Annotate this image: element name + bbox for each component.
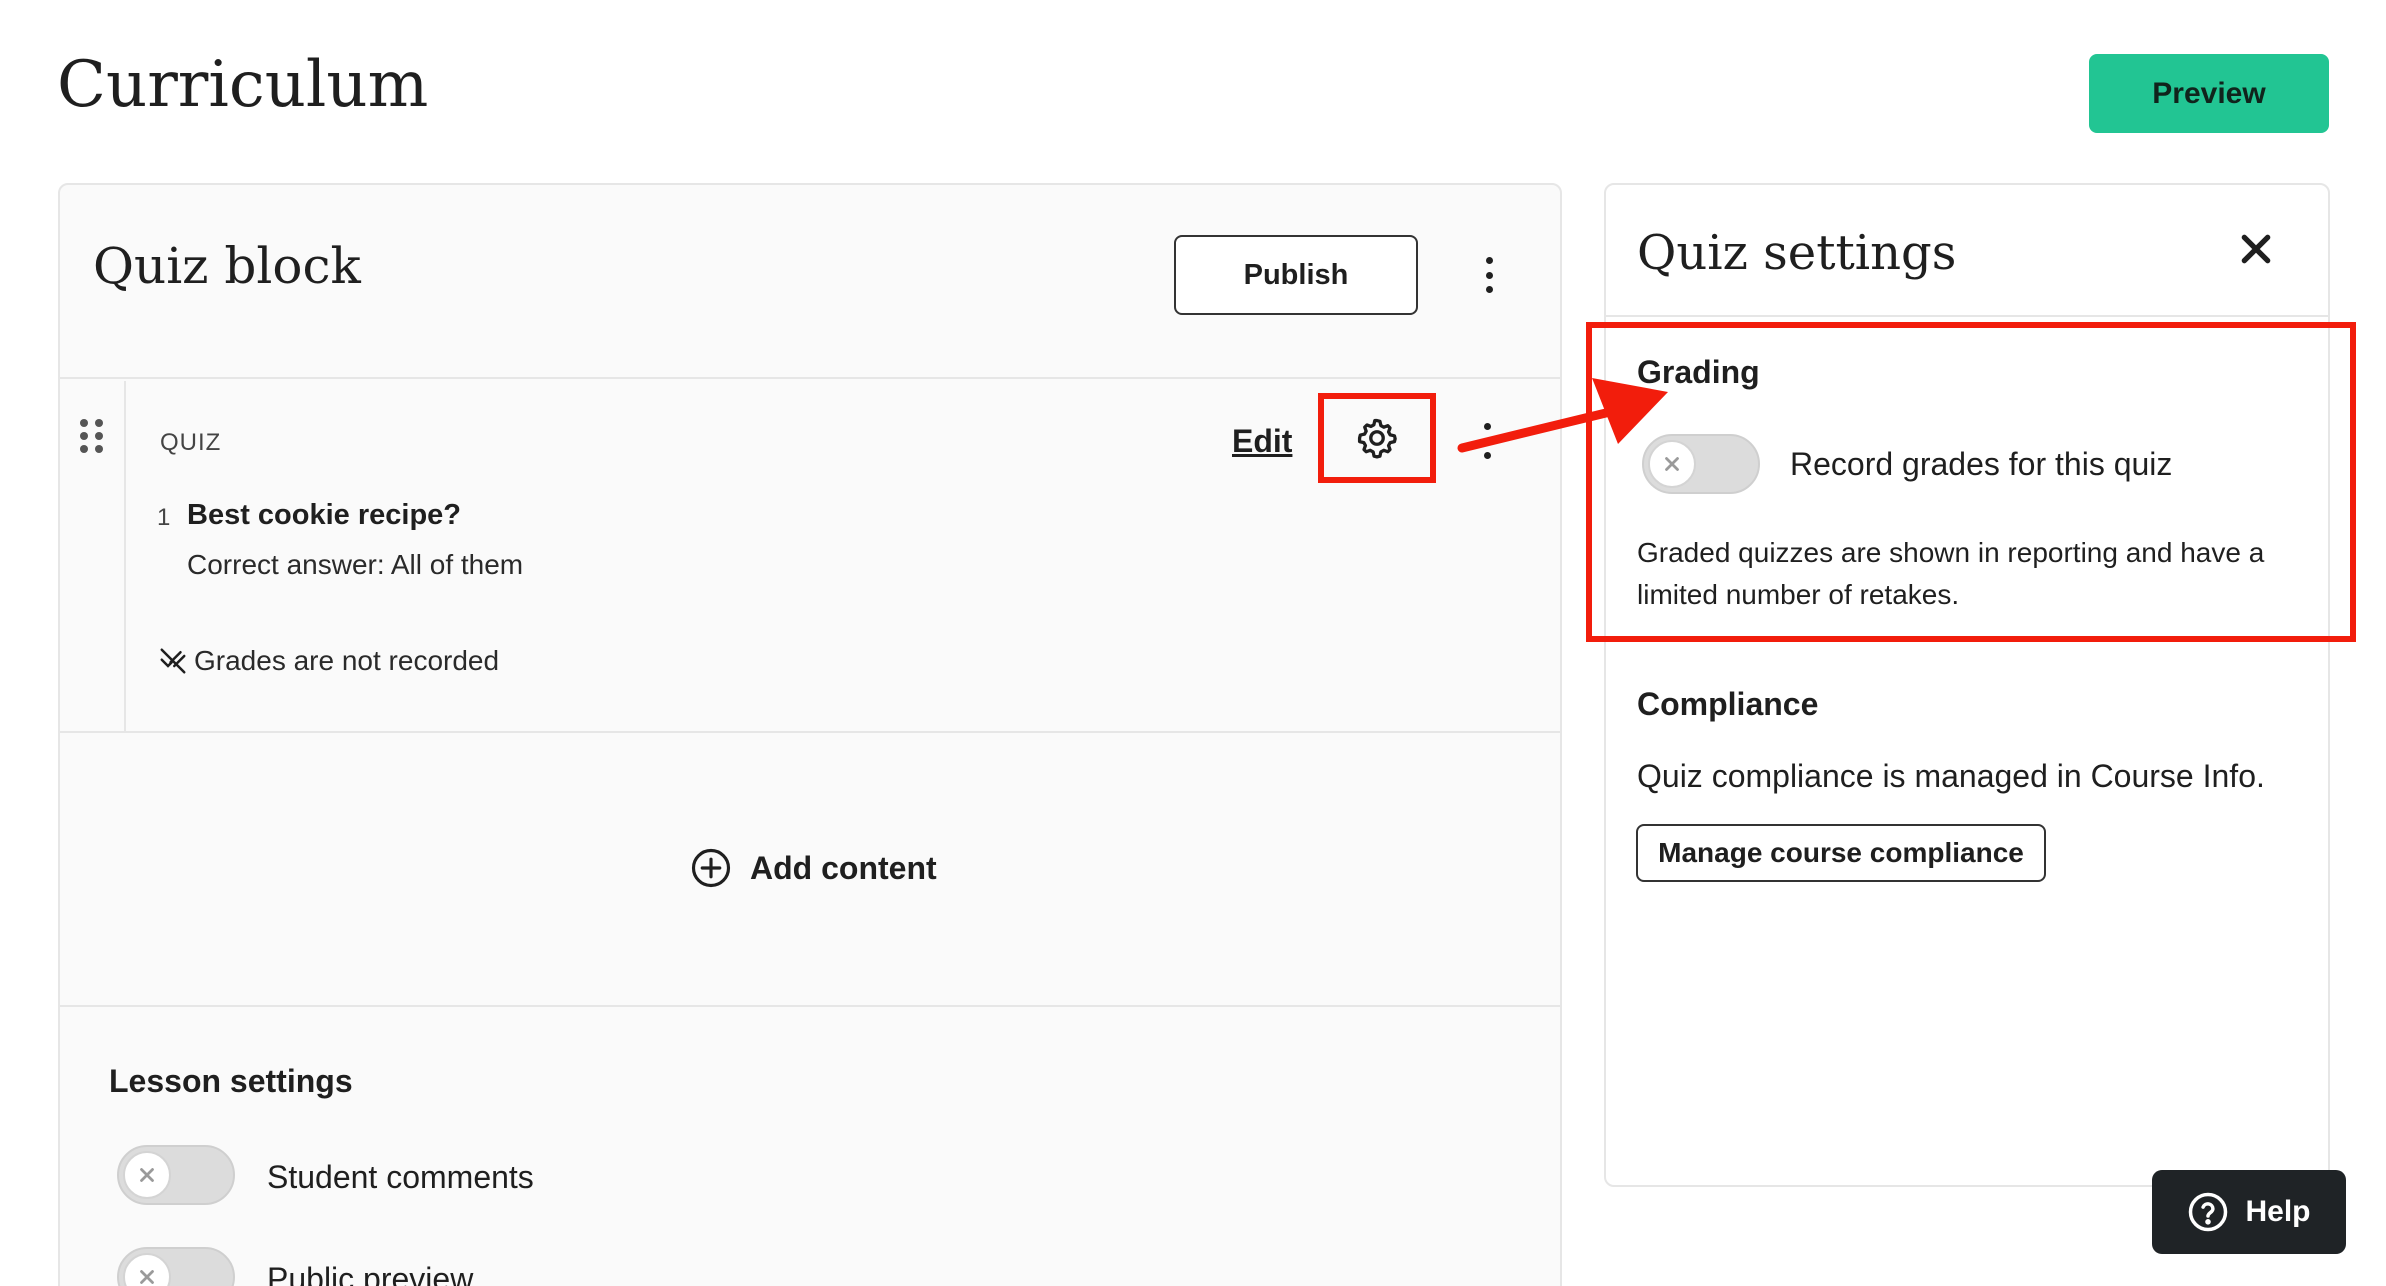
block-header: Quiz block Publish (60, 185, 1560, 379)
gear-highlight-box (1318, 393, 1436, 483)
add-content-button[interactable]: Add content (690, 847, 937, 889)
help-button[interactable]: Help (2152, 1170, 2346, 1254)
quiz-settings-header: Quiz settings (1606, 185, 2328, 317)
page: Curriculum Preview Quiz block Publish QU… (0, 0, 2386, 1286)
public-preview-label: Public preview (267, 1261, 474, 1286)
toggle-x-icon (123, 1151, 171, 1199)
lesson-settings-title: Lesson settings (109, 1063, 353, 1099)
lesson-settings: Lesson settings Student comments Public … (60, 1009, 1560, 1286)
quiz-block-card: Quiz block Publish QUIZ Edit 1 Best cook… (58, 183, 1562, 1286)
preview-button[interactable]: Preview (2089, 54, 2329, 133)
question-circle-icon (2189, 1192, 2228, 1232)
quiz-settings-title: Quiz settings (1637, 225, 1957, 281)
record-grades-label: Record grades for this quiz (1790, 446, 2173, 482)
page-title: Curriculum (57, 48, 429, 122)
add-content-area: Add content (60, 735, 1560, 1007)
record-grades-toggle[interactable] (1642, 434, 1760, 494)
question-number: 1 (157, 504, 171, 531)
compliance-title: Compliance (1637, 686, 1819, 722)
student-comments-toggle[interactable] (117, 1145, 235, 1205)
question-title: Best cookie recipe? (187, 499, 461, 531)
gear-icon[interactable] (1355, 416, 1399, 460)
close-icon[interactable] (2236, 229, 2276, 269)
edit-link[interactable]: Edit (1232, 423, 1292, 460)
toggle-x-icon (1648, 440, 1696, 488)
grades-off-icon (160, 648, 186, 674)
grades-note-text: Grades are not recorded (194, 645, 500, 676)
public-preview-toggle[interactable] (117, 1247, 235, 1286)
compliance-text: Quiz compliance is managed in Course Inf… (1637, 758, 2265, 794)
quiz-type-label: QUIZ (160, 429, 222, 456)
drag-column (60, 381, 126, 731)
quiz-more-kebab-icon[interactable] (1472, 419, 1502, 463)
correct-answer: Correct answer: All of them (187, 549, 524, 580)
manage-compliance-button[interactable]: Manage course compliance (1636, 824, 2046, 882)
grading-title: Grading (1637, 354, 1760, 390)
block-title: Quiz block (93, 237, 361, 295)
add-content-label: Add content (750, 849, 937, 886)
plus-circle-icon (691, 848, 731, 888)
drag-handle-icon[interactable] (80, 419, 104, 453)
grades-status: Grades are not recorded (158, 645, 499, 677)
help-label: Help (2245, 1195, 2311, 1228)
publish-button[interactable]: Publish (1174, 235, 1418, 315)
grading-description: Graded quizzes are shown in reporting an… (1637, 537, 2265, 610)
toggle-x-icon (123, 1253, 171, 1286)
quiz-item: QUIZ Edit 1 Best cookie recipe? Correct … (60, 381, 1560, 733)
student-comments-label: Student comments (267, 1159, 534, 1195)
block-more-kebab-icon[interactable] (1474, 253, 1504, 297)
